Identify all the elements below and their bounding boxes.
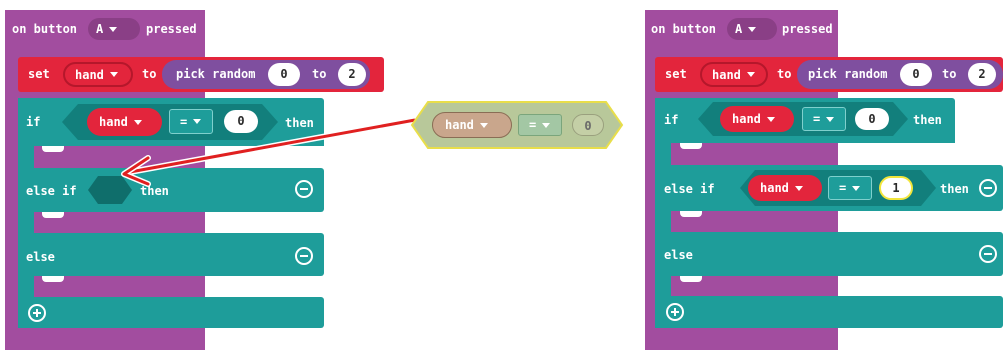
right-button-dropdown[interactable]: A <box>727 18 777 40</box>
right-pick-random-label: pick random <box>808 67 888 81</box>
dropdown-arrow-icon <box>852 185 861 191</box>
right-if-op-dropdown[interactable]: = <box>802 107 846 131</box>
left-set-label: set <box>28 67 50 81</box>
remove-elseif-icon[interactable] <box>979 179 997 197</box>
dropdown-arrow-icon <box>748 26 757 32</box>
right-if-var-dropdown[interactable]: hand <box>720 106 794 132</box>
right-if-var: hand <box>732 112 761 126</box>
dragged-op-dropdown[interactable]: = <box>518 114 562 136</box>
left-elseif-label: else if <box>26 184 77 198</box>
dragged-var-dropdown[interactable]: hand <box>432 112 512 138</box>
dropdown-arrow-icon <box>826 116 835 122</box>
left-event-prefix: on button <box>12 22 78 36</box>
dragged-value[interactable]: 0 <box>572 114 604 136</box>
dropdown-arrow-icon <box>109 72 118 77</box>
left-elseif-slot-notch <box>42 212 64 218</box>
left-if-slot-notch <box>42 146 64 152</box>
right-elseif-value[interactable]: 1 <box>879 176 913 200</box>
drag-arrow <box>121 117 416 187</box>
right-if-op: = <box>813 112 821 126</box>
right-else-label: else <box>664 248 693 262</box>
left-else-header[interactable] <box>18 233 324 276</box>
right-random-max[interactable]: 2 <box>968 63 996 86</box>
left-set-to: to <box>142 67 157 81</box>
right-else-slot-notch <box>680 276 702 282</box>
left-random-to: to <box>312 67 327 81</box>
right-elseif-slot-notch <box>680 211 702 217</box>
left-else-label: else <box>26 250 55 264</box>
left-set-var: hand <box>75 67 104 82</box>
right-if-footer <box>655 296 1003 328</box>
right-event-prefix: on button <box>651 22 717 36</box>
left-random-max[interactable]: 2 <box>338 63 366 86</box>
right-set-to: to <box>777 67 792 81</box>
right-set-var-dropdown[interactable]: hand <box>700 62 768 87</box>
left-random-min[interactable]: 0 <box>268 63 300 86</box>
left-if-spine <box>18 98 34 328</box>
right-if-label: if <box>664 113 679 127</box>
left-if-footer <box>18 297 324 328</box>
remove-else-icon[interactable] <box>295 247 313 265</box>
dragged-var: hand <box>445 118 474 132</box>
right-elseif-then: then <box>940 182 969 196</box>
right-if-then: then <box>913 113 942 127</box>
right-set-var: hand <box>712 67 741 82</box>
left-event-suffix: pressed <box>146 22 197 36</box>
dropdown-arrow-icon <box>109 26 118 32</box>
left-button-dropdown[interactable]: A <box>88 18 140 40</box>
right-elseif-op-dropdown[interactable]: = <box>828 176 872 200</box>
left-event-label: on button <box>12 22 77 36</box>
right-if-spine <box>655 98 671 328</box>
left-if-label: if <box>26 115 41 129</box>
dropdown-arrow-icon <box>766 116 775 122</box>
right-if-value[interactable]: 0 <box>855 108 889 130</box>
add-branch-icon[interactable] <box>28 304 46 322</box>
add-branch-icon[interactable] <box>666 303 684 321</box>
left-button-value: A <box>96 22 104 36</box>
right-elseif-var-dropdown[interactable]: hand <box>748 175 822 201</box>
right-random-min[interactable]: 0 <box>900 63 932 86</box>
dropdown-arrow-icon <box>479 122 488 128</box>
right-elseif-var: hand <box>760 181 789 195</box>
right-if-slot-notch <box>680 143 702 149</box>
left-set-var-dropdown[interactable]: hand <box>63 62 133 87</box>
right-set-label: set <box>665 67 687 81</box>
dropdown-arrow-icon <box>794 185 803 191</box>
right-button-value: A <box>735 22 743 36</box>
right-elseif-op: = <box>839 181 847 195</box>
right-else-header[interactable] <box>655 232 1003 276</box>
dragged-op: = <box>529 118 537 132</box>
remove-else-icon[interactable] <box>979 245 997 263</box>
dropdown-arrow-icon <box>542 122 551 128</box>
right-random-to: to <box>942 67 957 81</box>
right-elseif-label: else if <box>664 182 715 196</box>
right-event-suffix: pressed <box>782 22 833 36</box>
dropdown-arrow-icon <box>746 72 755 77</box>
left-else-slot-notch <box>42 276 64 282</box>
left-pick-random-label: pick random <box>176 67 256 81</box>
